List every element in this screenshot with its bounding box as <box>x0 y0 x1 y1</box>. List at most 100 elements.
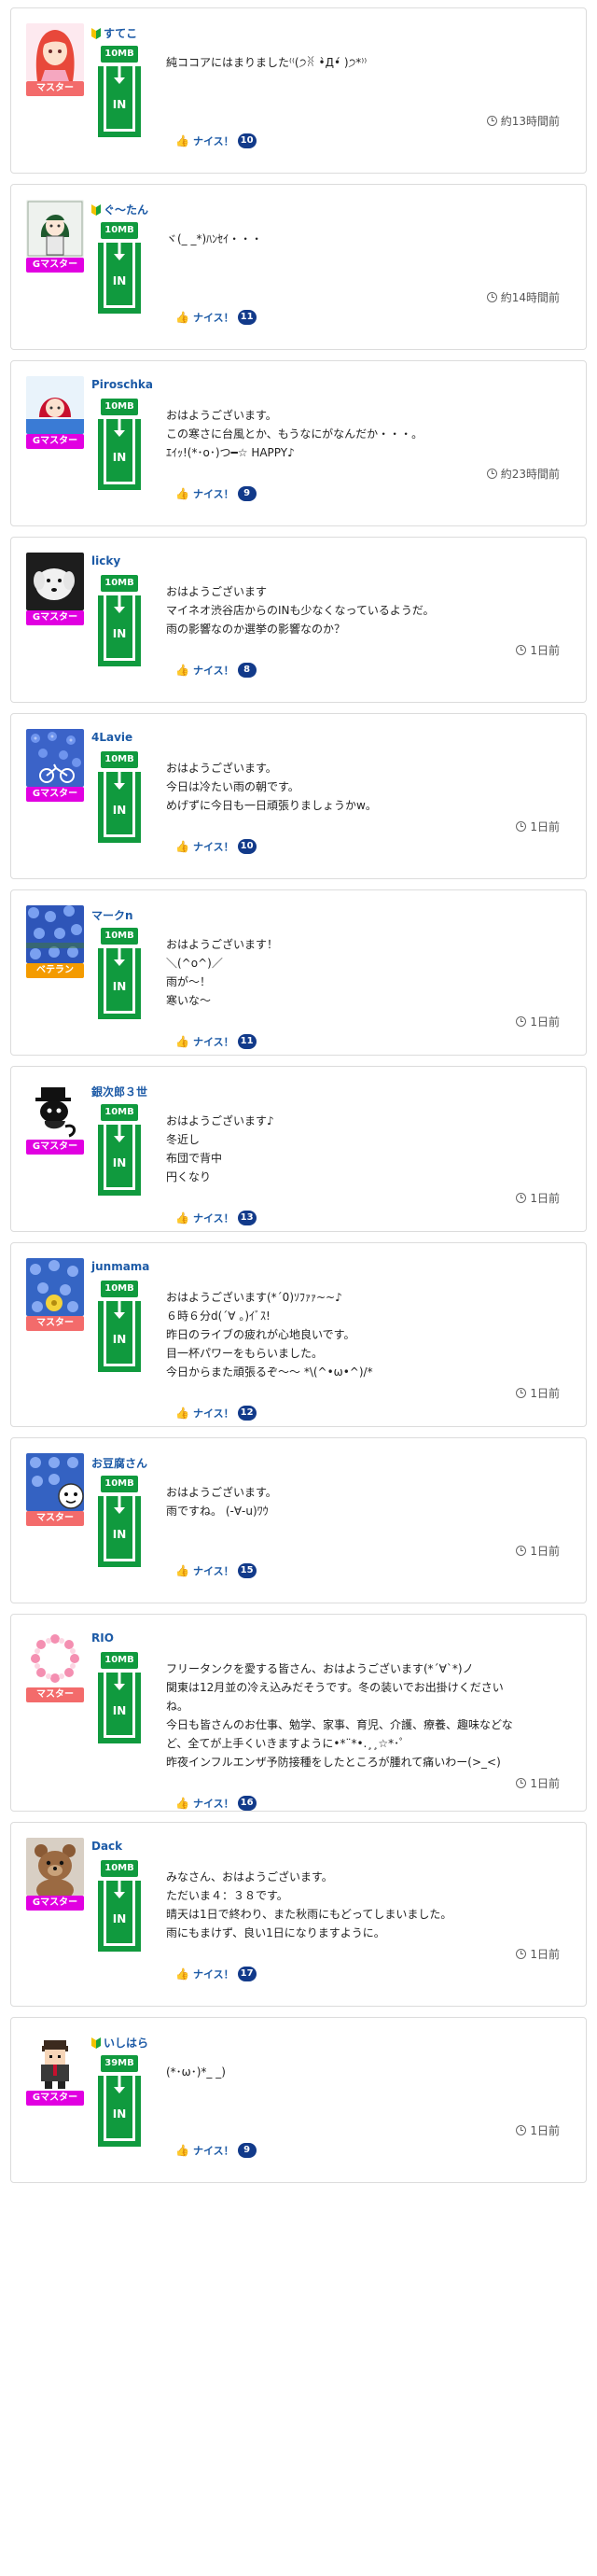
nice-label: ナイス！ <box>192 135 234 147</box>
in-size-badge: 10MB <box>101 399 138 415</box>
user-avatar[interactable] <box>26 1453 84 1511</box>
in-size-badge: 10MB <box>101 751 138 768</box>
tweet-card: Gマスター Piroschka 10MB IN おはようございます。 この寒さに台風とか… <box>10 360 587 526</box>
time-text: 1日前 <box>530 1948 560 1961</box>
user-avatar[interactable] <box>26 729 84 787</box>
user-avatar[interactable] <box>26 2033 84 2091</box>
nice-button[interactable]: 👍 ナイス！ 15 <box>175 1563 257 1578</box>
nice-label: ナイス！ <box>192 841 234 853</box>
user-name: すてこ <box>104 27 138 40</box>
user-name-link[interactable]: いしはら <box>91 2035 148 2051</box>
time-text: 1日前 <box>530 820 560 833</box>
time-text: 1日前 <box>530 1777 560 1790</box>
user-name-link[interactable]: 4Lavie <box>91 731 132 744</box>
nice-button[interactable]: 👍 ナイス！ 13 <box>175 1211 257 1225</box>
tweet-card: Gマスター 銀次郎３世 10MB IN おはようございます♪ 冬近し 布団で背中 円くな… <box>10 1066 587 1232</box>
thumbs-up-icon: 👍 <box>175 2144 189 2157</box>
user-avatar[interactable] <box>26 1082 84 1140</box>
in-tank-icon: IN <box>98 1125 141 1196</box>
nice-button[interactable]: 👍 ナイス！ 16 <box>175 1796 257 1811</box>
tweet-card: Gマスター いしはら 39MB IN (*･ω･)*_ _) 1日前 👍 ナイス！ 9 <box>10 2017 587 2183</box>
nice-button[interactable]: 👍 ナイス！ 9 <box>175 2143 257 2158</box>
nice-label: ナイス！ <box>192 312 234 324</box>
user-name-link[interactable]: RIO <box>91 1631 114 1645</box>
user-avatar[interactable] <box>26 200 84 258</box>
user-avatar[interactable] <box>26 1630 84 1687</box>
rank-badge: Gマスター <box>26 1140 84 1155</box>
user-name: Piroschka <box>91 378 153 391</box>
nice-button[interactable]: 👍 ナイス！ 11 <box>175 1034 257 1049</box>
nice-button[interactable]: 👍 ナイス！ 9 <box>175 486 257 501</box>
rank-badge: Gマスター <box>26 2091 84 2106</box>
user-avatar[interactable] <box>26 553 84 610</box>
in-size-badge: 10MB <box>101 222 138 239</box>
in-tank-icon: IN <box>98 1881 141 1952</box>
user-name-link[interactable]: 銀次郎３世 <box>91 1084 147 1099</box>
nice-label: ナイス！ <box>192 665 234 677</box>
nice-count: 10 <box>237 839 257 854</box>
clock-icon <box>486 116 497 126</box>
post-time: 1日前 <box>516 642 560 658</box>
post-time: 1日前 <box>516 1190 560 1206</box>
in-tank-icon: IN <box>98 1496 141 1567</box>
in-tank-icon: IN <box>98 1673 141 1743</box>
tweet-card: マスター すてこ 10MB IN 純ココアにはまりました⁽⁽(੭ꐦ •̀Д•́ )੭*⁾… <box>10 7 587 174</box>
in-size-badge: 10MB <box>101 1104 138 1121</box>
post-time: 約14時間前 <box>486 289 560 305</box>
post-message: おはようございます(*´0)ｿﾌｧｧ~~♪ ６時６分d(´∀ ｡)ｲﾞｽ! 昨日… <box>166 1291 373 1379</box>
nice-button[interactable]: 👍 ナイス！ 11 <box>175 310 257 325</box>
nice-count: 11 <box>237 1034 257 1049</box>
user-avatar[interactable] <box>26 23 84 81</box>
post-time: 1日前 <box>516 1543 560 1559</box>
nice-button[interactable]: 👍 ナイス！ 8 <box>175 663 257 678</box>
nice-label: ナイス！ <box>192 1968 234 1981</box>
rank-badge: Gマスター <box>26 610 84 625</box>
nice-count: 16 <box>237 1796 257 1811</box>
thumbs-up-icon: 👍 <box>175 1967 189 1981</box>
user-name-link[interactable]: マークn <box>91 907 133 923</box>
in-size-badge: 10MB <box>101 46 138 63</box>
nice-button[interactable]: 👍 ナイス！ 10 <box>175 839 257 854</box>
post-message: 純ココアにはまりました⁽⁽(੭ꐦ •̀Д•́ )੭*⁾⁾ <box>166 56 368 69</box>
rank-badge: マスター <box>26 1316 84 1331</box>
tweet-card: マスター お豆腐さん 10MB IN おはようございます。 雨ですね。 (-∀-u)ﾜｳ… <box>10 1437 587 1603</box>
in-tank-icon: IN <box>98 595 141 666</box>
nice-button[interactable]: 👍 ナイス！ 10 <box>175 133 257 148</box>
in-size-badge: 10MB <box>101 1860 138 1877</box>
nice-count: 13 <box>237 1211 257 1225</box>
user-name-link[interactable]: Dack <box>91 1840 122 1853</box>
user-name: licky <box>91 554 121 567</box>
tweet-card: Gマスター Dack 10MB IN みなさん、おはようございます。 ただいま４：３８で… <box>10 1822 587 2007</box>
in-label: IN <box>112 274 127 287</box>
tweet-card: Gマスター licky 10MB IN おはようございます マイネオ渋谷店からのINも少… <box>10 537 587 703</box>
thumbs-up-icon: 👍 <box>175 1211 189 1225</box>
tweet-card: ベテラン マークn 10MB IN おはようございます！ ＼(^o^)／ 雨が〜！ 寒い… <box>10 889 587 1056</box>
clock-icon <box>486 469 497 479</box>
user-name-link[interactable]: Piroschka <box>91 378 153 391</box>
nice-button[interactable]: 👍 ナイス！ 17 <box>175 1967 257 1981</box>
nice-label: ナイス！ <box>192 1407 234 1420</box>
user-avatar[interactable] <box>26 1838 84 1896</box>
thumbs-up-icon: 👍 <box>175 1035 189 1048</box>
post-message: おはようございます。 雨ですね。 (-∀-u)ﾜｳ <box>166 1486 277 1518</box>
in-label: IN <box>112 804 127 817</box>
in-tank-icon: IN <box>98 2076 141 2147</box>
in-label: IN <box>112 1528 127 1541</box>
user-name-link[interactable]: ぐ〜たん <box>91 202 148 217</box>
nice-count: 8 <box>237 663 257 678</box>
user-avatar[interactable] <box>26 905 84 963</box>
thumbs-up-icon: 👍 <box>175 840 189 853</box>
nice-count: 9 <box>237 2143 257 2158</box>
user-name-link[interactable]: お豆腐さん <box>91 1455 147 1471</box>
rank-badge: Gマスター <box>26 787 84 802</box>
user-name-link[interactable]: junmama <box>91 1260 149 1273</box>
time-text: 約23時間前 <box>500 468 560 481</box>
user-avatar[interactable] <box>26 376 84 434</box>
nice-button[interactable]: 👍 ナイス！ 12 <box>175 1406 257 1421</box>
clock-icon <box>516 1949 527 1959</box>
user-name-link[interactable]: licky <box>91 554 120 567</box>
user-avatar[interactable] <box>26 1258 84 1316</box>
user-name-link[interactable]: すてこ <box>91 25 137 41</box>
rank-badge: Gマスター <box>26 1896 84 1911</box>
rank-badge: Gマスター <box>26 434 84 449</box>
